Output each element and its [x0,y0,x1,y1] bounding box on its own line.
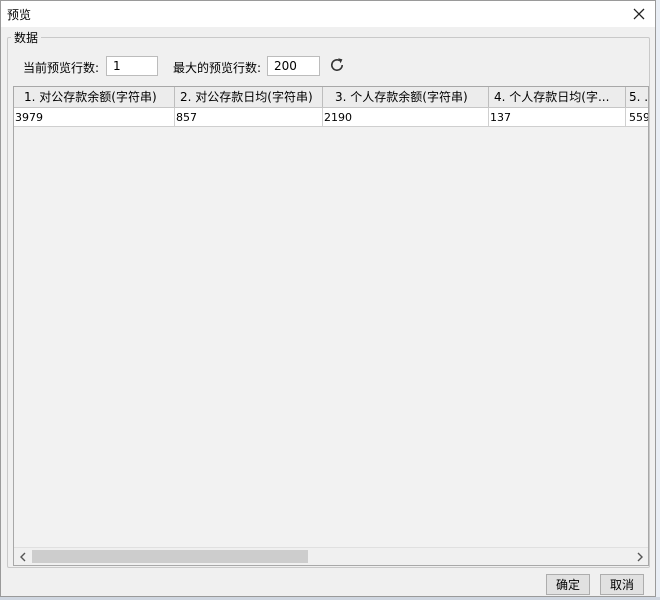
column-header-5[interactable]: 5. ... [626,87,648,107]
max-rows-label: 最大的预览行数: [173,61,262,75]
max-rows-input[interactable] [267,56,320,76]
table-cell[interactable]: 137 [489,108,626,127]
cancel-button[interactable]: 取消 [600,574,644,595]
title-bar: 预览 [1,1,655,27]
current-rows-label: 当前预览行数: [23,61,100,75]
window-title: 预览 [7,8,32,22]
preview-dialog: 预览 数据 当前预览行数: 最大的预览行数: 1. 对公存款余额(字符串) 2.… [0,0,656,597]
group-title: 数据 [11,29,42,46]
column-header-4[interactable]: 4. 个人存款日均(字... [489,87,626,107]
background-app-edge [656,0,660,600]
table-header: 1. 对公存款余额(字符串) 2. 对公存款日均(字符串) 3. 个人存款余额(… [14,87,648,108]
table-cell[interactable]: 3979 [14,108,175,127]
refresh-button[interactable] [328,56,348,76]
column-header-2[interactable]: 2. 对公存款日均(字符串) [175,87,323,107]
scrollbar-thumb[interactable] [32,550,308,563]
scroll-left-button[interactable] [14,548,31,565]
chevron-right-icon [637,552,643,561]
current-rows-input[interactable] [106,56,158,76]
column-header-3[interactable]: 3. 个人存款余额(字符串) [323,87,489,107]
preview-table: 1. 对公存款余额(字符串) 2. 对公存款日均(字符串) 3. 个人存款余额(… [13,86,649,566]
ok-button[interactable]: 确定 [546,574,590,595]
close-button[interactable] [627,3,651,25]
table-cell[interactable]: 2190 [323,108,489,127]
table-cell[interactable]: 857 [175,108,323,127]
table-row[interactable]: 3979 857 2190 137 559 [14,108,648,127]
refresh-icon [331,58,343,71]
column-header-1[interactable]: 1. 对公存款余额(字符串) [14,87,175,107]
chevron-left-icon [19,552,25,561]
scroll-right-button[interactable] [631,548,648,565]
table-cell[interactable]: 559 [626,108,648,127]
horizontal-scrollbar[interactable] [14,547,648,565]
close-icon [633,8,645,20]
